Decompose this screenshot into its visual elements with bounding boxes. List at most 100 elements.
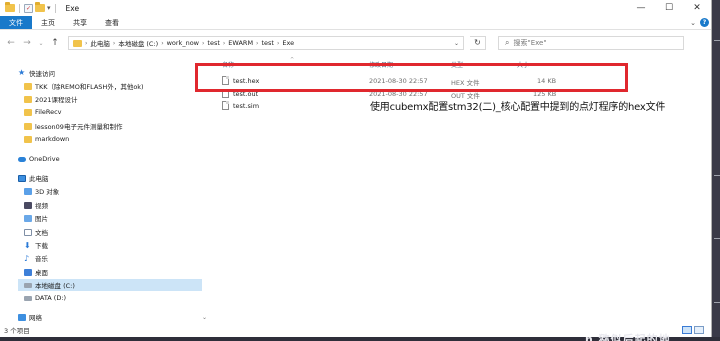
breadcrumb-item[interactable]: test	[207, 39, 219, 47]
cube-icon	[24, 187, 32, 195]
back-arrow-icon[interactable]: ←	[6, 38, 16, 48]
up-arrow-icon[interactable]: ↑	[50, 38, 60, 48]
background-edge	[713, 0, 720, 341]
nav-item-label: 文档	[35, 229, 48, 237]
nav-item-documents[interactable]: 文档	[24, 227, 48, 237]
tab-share[interactable]: 共享	[64, 16, 96, 29]
nav-item-label: 3D 对象	[35, 188, 60, 196]
nav-item-label: DATA (D:)	[35, 294, 67, 302]
divider	[19, 3, 20, 13]
background-mark	[714, 175, 720, 176]
address-row: ← → ⌄ ↑ › 此电脑 › 本地磁盘 (C:) › work_now › t…	[0, 30, 711, 56]
breadcrumb-item[interactable]: work_now	[167, 39, 199, 47]
ribbon-right: ⌄ ?	[690, 16, 711, 29]
document-icon	[24, 228, 32, 236]
folder-icon	[5, 2, 15, 12]
background-mark	[714, 302, 720, 303]
quick-access-toolbar: ✓ ▾	[0, 2, 58, 13]
view-toggle	[682, 325, 712, 334]
nav-item-onedrive[interactable]: OneDrive	[18, 155, 60, 163]
background-mark	[714, 40, 720, 41]
address-bar[interactable]: › 此电脑 › 本地磁盘 (C:) › work_now › test › EW…	[68, 36, 464, 50]
nav-item-this-pc[interactable]: 此电脑	[18, 173, 49, 183]
nav-item-label: OneDrive	[29, 155, 60, 163]
breadcrumb-separator-icon: ›	[85, 39, 88, 47]
minimize-button[interactable]: —	[627, 0, 655, 16]
ribbon-expand-icon[interactable]: ⌄	[690, 19, 696, 27]
breadcrumb-separator-icon: ›	[276, 39, 280, 47]
chevron-down-icon[interactable]: ⌄	[454, 40, 463, 47]
large-icons-view-button[interactable]	[694, 325, 704, 334]
drive-icon	[24, 295, 32, 301]
close-button[interactable]: ✕	[683, 0, 711, 16]
file-name: test.sim	[233, 102, 260, 110]
background-text-fragment: n 猕似后起的地	[585, 333, 671, 341]
tab-view[interactable]: 查看	[96, 16, 128, 29]
nav-item-quick-access[interactable]: ★ 快速访问	[18, 68, 55, 79]
tab-home[interactable]: 主页	[32, 16, 64, 29]
desktop-icon	[24, 268, 32, 276]
refresh-button[interactable]: ↻	[470, 36, 486, 50]
nav-item-network[interactable]: 网络	[18, 312, 42, 322]
folder-icon	[24, 135, 32, 143]
nav-item-desktop[interactable]: 桌面	[24, 267, 48, 277]
cloud-icon	[18, 156, 26, 162]
chevron-down-icon[interactable]: ▾	[47, 4, 51, 12]
item-count: 3 个项目	[4, 326, 30, 335]
breadcrumb-separator-icon: ›	[161, 39, 164, 47]
nav-item-pictures[interactable]: 图片	[24, 213, 48, 223]
recent-locations-icon[interactable]: ⌄	[38, 40, 44, 47]
nav-item-label: FileRecv	[35, 108, 62, 116]
nav-item-label: markdown	[35, 135, 70, 143]
nav-item-folder[interactable]: 2021课程设计	[24, 94, 78, 104]
nav-item-label: 下载	[35, 242, 48, 250]
nav-item-downloads[interactable]: ⬇ 下载	[24, 240, 48, 250]
new-folder-icon[interactable]	[35, 2, 45, 12]
star-icon: ★	[18, 68, 26, 77]
nav-item-folder[interactable]: lesson09电子元件测量和制作	[24, 121, 122, 131]
breadcrumb-item[interactable]: test	[261, 39, 273, 47]
nav-item-local-disk-c[interactable]: 本地磁盘 (C:)	[18, 279, 202, 291]
nav-item-label: 2021课程设计	[35, 96, 78, 104]
details-view-button[interactable]	[682, 325, 692, 334]
breadcrumb-item[interactable]: EWARM	[228, 39, 253, 47]
nav-item-label: TKK（除REMO和FLASH外，其他ok)	[35, 83, 144, 91]
video-icon	[24, 201, 32, 209]
computer-icon	[18, 174, 26, 182]
nav-item-label: 快速访问	[29, 70, 55, 78]
nav-item-3d-objects[interactable]: 3D 对象	[24, 186, 59, 196]
file-explorer-window: ✓ ▾ Exe — ☐ ✕ 文件 主页 共享 查看 ⌄ ? ← → ⌄ ↑ › …	[0, 0, 712, 337]
download-icon: ⬇	[24, 240, 31, 250]
annotation-highlight-box	[195, 63, 628, 92]
folder-icon	[24, 122, 32, 130]
scroll-down-icon[interactable]: ⌄	[202, 314, 207, 321]
breadcrumb-item[interactable]: 本地磁盘 (C:)	[118, 38, 158, 48]
nav-item-folder[interactable]: markdown	[24, 135, 69, 143]
nav-item-label: 桌面	[35, 269, 48, 277]
search-placeholder: 搜索"Exe"	[513, 39, 547, 47]
nav-item-folder[interactable]: TKK（除REMO和FLASH外，其他ok)	[24, 81, 144, 91]
nav-item-data-d[interactable]: DATA (D:)	[24, 294, 66, 302]
nav-item-folder[interactable]: FileRecv	[24, 108, 62, 116]
divider	[54, 3, 56, 13]
help-icon[interactable]: ?	[700, 18, 709, 27]
tab-file[interactable]: 文件	[0, 16, 32, 29]
properties-icon[interactable]: ✓	[24, 3, 33, 13]
nav-item-music[interactable]: ♪ 音乐	[24, 253, 48, 263]
title-bar: ✓ ▾ Exe — ☐ ✕	[0, 0, 711, 16]
breadcrumb-item[interactable]: 此电脑	[90, 38, 110, 48]
breadcrumb-separator-icon: ›	[112, 39, 116, 47]
window-controls: — ☐ ✕	[627, 0, 711, 16]
search-icon: ⌕	[505, 38, 510, 47]
breadcrumb-separator-icon: ›	[256, 39, 259, 47]
forward-arrow-icon[interactable]: →	[22, 38, 32, 48]
maximize-button[interactable]: ☐	[655, 0, 683, 16]
drive-icon	[24, 282, 32, 288]
nav-item-label: 图片	[35, 215, 48, 223]
breadcrumb-separator-icon: ›	[222, 39, 226, 47]
breadcrumb-item[interactable]: Exe	[282, 39, 294, 47]
nav-item-label: lesson09电子元件测量和制作	[35, 123, 123, 131]
search-input[interactable]: ⌕ 搜索"Exe"	[498, 36, 684, 50]
file-icon	[222, 101, 229, 110]
nav-item-videos[interactable]: 视频	[24, 200, 48, 210]
